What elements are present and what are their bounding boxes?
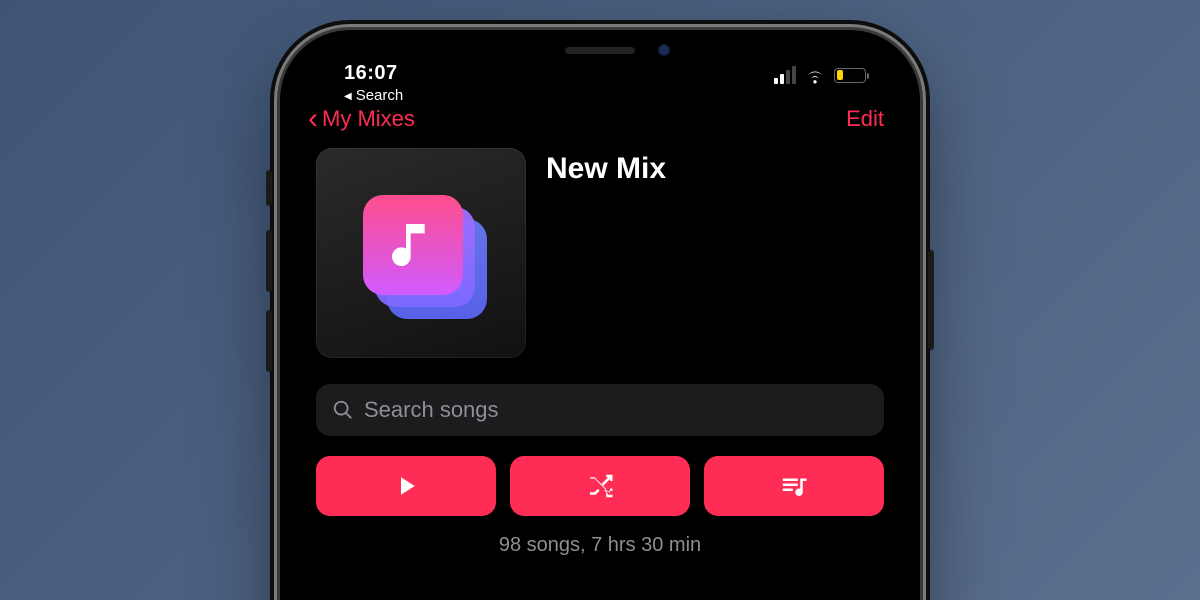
volume-up-button[interactable]	[266, 230, 272, 292]
queue-button[interactable]	[704, 456, 884, 516]
playlist-artwork[interactable]	[316, 148, 526, 358]
queue-icon	[779, 471, 809, 501]
shuffle-button[interactable]	[510, 456, 690, 516]
power-button[interactable]	[928, 250, 934, 350]
playlist-title: New Mix	[546, 148, 666, 358]
search-icon	[332, 399, 354, 421]
back-label: My Mixes	[322, 106, 415, 132]
action-row	[316, 456, 884, 516]
notch	[470, 30, 730, 70]
battery-icon	[834, 68, 866, 83]
status-breadcrumb[interactable]: Search	[344, 87, 403, 104]
edit-button[interactable]: Edit	[846, 106, 884, 132]
screen: 16:07 Search ‹ My Mixes Edit	[294, 44, 906, 600]
shuffle-icon	[585, 471, 615, 501]
navigation-bar: ‹ My Mixes Edit	[294, 100, 906, 142]
phone-frame: 16:07 Search ‹ My Mixes Edit	[280, 30, 920, 600]
volume-down-button[interactable]	[266, 310, 272, 372]
search-placeholder: Search songs	[364, 397, 499, 423]
back-button[interactable]: ‹ My Mixes	[308, 106, 415, 132]
chevron-left-icon: ‹	[308, 108, 318, 130]
play-button[interactable]	[316, 456, 496, 516]
music-note-icon	[385, 217, 441, 273]
speaker-grille	[565, 47, 635, 54]
playlist-header: New Mix	[316, 148, 884, 358]
search-input[interactable]: Search songs	[316, 384, 884, 436]
cellular-signal-icon	[774, 66, 796, 84]
playlist-summary: 98 songs, 7 hrs 30 min	[316, 534, 884, 557]
wifi-icon	[804, 67, 826, 83]
mute-switch[interactable]	[266, 170, 272, 206]
status-time: 16:07	[344, 62, 403, 85]
front-camera	[658, 44, 670, 56]
play-icon	[391, 471, 421, 501]
